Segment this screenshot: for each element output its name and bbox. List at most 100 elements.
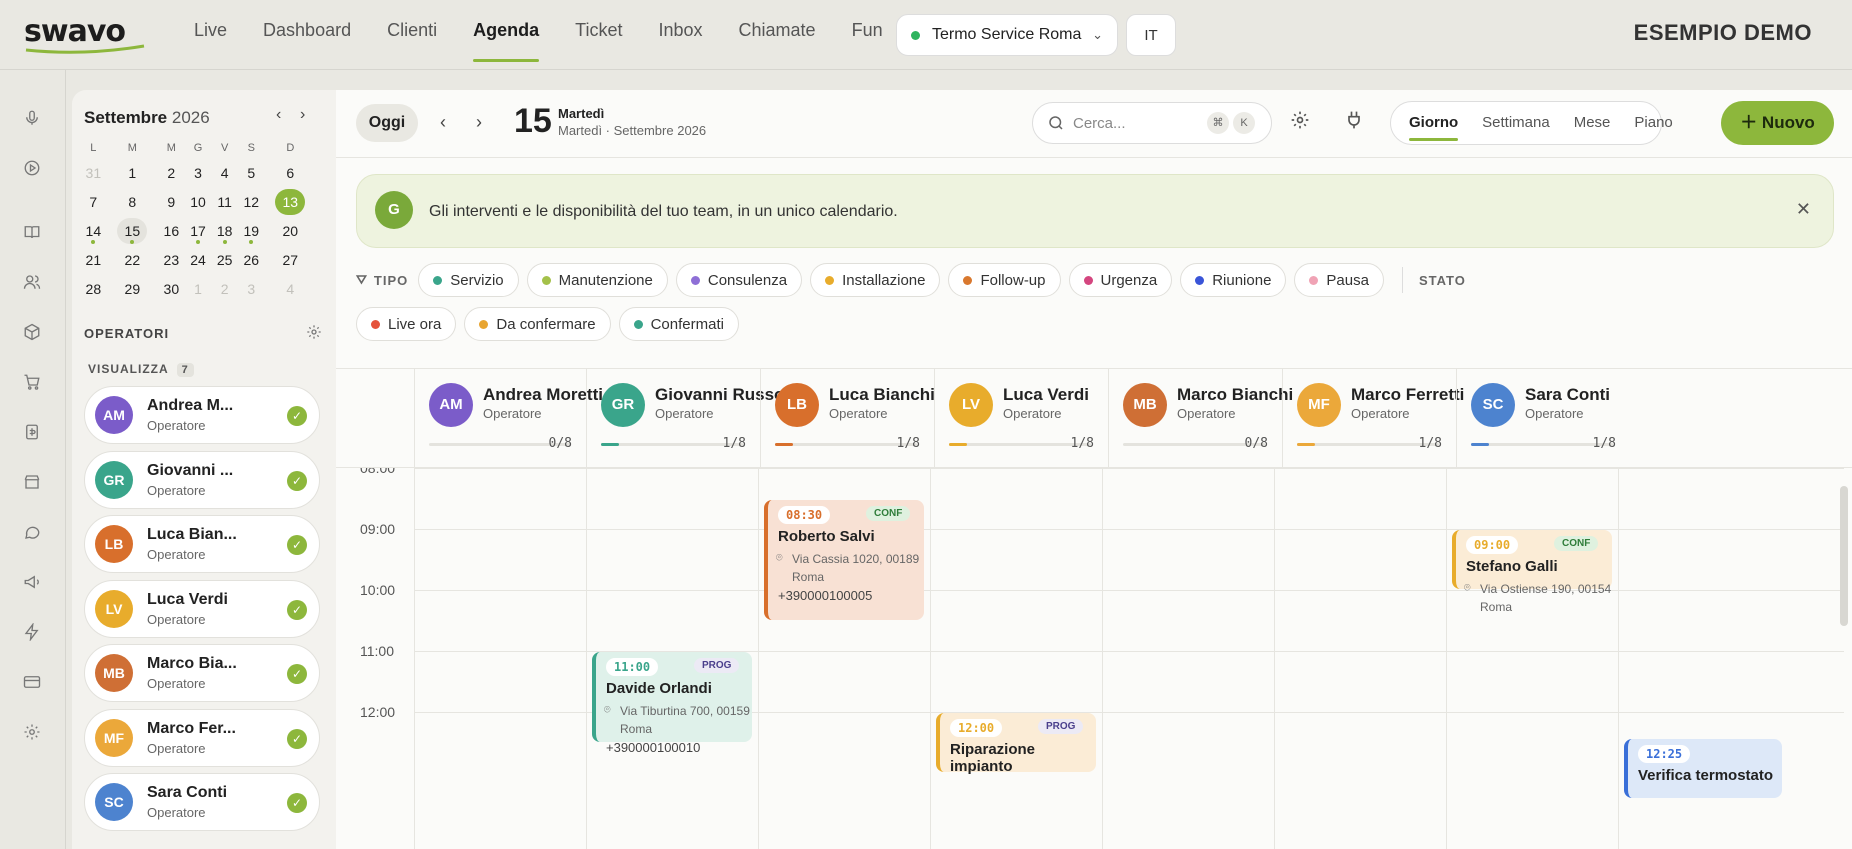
megaphone-icon[interactable]	[20, 570, 44, 594]
operator-column-header[interactable]: LV Luca Verdi Operatore 1/8	[934, 369, 1108, 469]
event-card[interactable]: 12:00 PROG Riparazione impianto	[936, 713, 1096, 775]
calendar-day-selected[interactable]: 15	[107, 216, 158, 245]
filter-chip-urgenza[interactable]: Urgenza	[1068, 263, 1173, 297]
event-card[interactable]: 08:30 CONF Roberto Salvi ⌾ Via Cassia 1020, …	[764, 499, 924, 620]
view-plan[interactable]: Piano	[1622, 101, 1684, 145]
event-card[interactable]: 11:00 PROG Davide Orlandi ⌾ Via Tiburtina 70…	[592, 652, 752, 755]
calendar-day[interactable]: 31	[80, 158, 107, 187]
operator-column-header[interactable]: AM Andrea Moretti Operatore 0/8	[414, 369, 603, 469]
nav-dashboard[interactable]: Dashboard	[245, 0, 369, 70]
check-icon[interactable]: ✓	[287, 599, 307, 620]
view-day[interactable]: Giorno	[1397, 101, 1470, 145]
calendar-day[interactable]: 6	[265, 158, 316, 187]
prev-month-icon[interactable]: ‹	[276, 106, 281, 124]
settings-icon[interactable]	[1290, 110, 1310, 135]
nav-chiamate[interactable]: Chiamate	[721, 0, 834, 70]
plug-icon[interactable]	[1344, 110, 1364, 135]
check-icon[interactable]: ✓	[287, 664, 307, 684]
check-icon[interactable]: ✓	[287, 470, 307, 491]
calendar-day[interactable]: 21	[80, 245, 107, 274]
filter-chip-manutenzione[interactable]: Manutenzione	[526, 263, 668, 297]
filter-chip-stato[interactable]: Da confermare	[464, 307, 611, 341]
package-icon[interactable]	[20, 320, 44, 344]
check-icon[interactable]: ✓	[287, 728, 307, 749]
operator-card[interactable]: AM Andrea M... Operatore ✓	[84, 386, 320, 444]
filter-chip-installazione[interactable]: Installazione	[810, 263, 941, 297]
calendar-day[interactable]: 18	[211, 216, 238, 245]
nav-fun[interactable]: Fun	[834, 0, 901, 70]
calendar-day[interactable]: 10	[185, 187, 212, 216]
check-icon[interactable]: ✓	[287, 406, 307, 426]
organization-selector[interactable]: Termo Service Roma ⌄	[896, 14, 1118, 56]
calendar-day[interactable]: 2	[211, 274, 238, 303]
card-icon[interactable]	[20, 670, 44, 694]
calendar-day[interactable]: 22	[107, 245, 158, 274]
filter-chip-riunione[interactable]: Riunione	[1180, 263, 1287, 297]
calendar-day[interactable]: 24	[185, 245, 212, 274]
calendar-day[interactable]: 4	[265, 274, 316, 303]
users-icon[interactable]	[20, 270, 44, 294]
book-icon[interactable]	[20, 220, 44, 244]
prev-day-icon[interactable]: ‹	[440, 112, 446, 133]
operator-column-header[interactable]: GR Giovanni Russo Operatore 1/8	[586, 369, 784, 469]
calendar-day[interactable]: 1	[107, 158, 158, 187]
nav-live[interactable]: Live	[176, 0, 245, 70]
filter-chip-servizio[interactable]: Servizio	[418, 263, 519, 297]
operator-column-header[interactable]: MB Marco Bianchi Operatore 0/8	[1108, 369, 1293, 469]
nav-ticket[interactable]: Ticket	[557, 0, 640, 70]
calendar-day[interactable]: 16	[158, 216, 185, 245]
calendar-day[interactable]: 25	[211, 245, 238, 274]
search-input[interactable]: Cerca... ⌘ K	[1032, 102, 1272, 144]
calendar-day[interactable]: 4	[211, 158, 238, 187]
calendar-day[interactable]: 5	[238, 158, 265, 187]
calendar-day[interactable]: 30	[158, 274, 185, 303]
filter-chip-pausa[interactable]: Pausa	[1294, 263, 1384, 297]
gear-icon[interactable]	[20, 720, 44, 744]
calendar-day[interactable]: 12	[238, 187, 265, 216]
calendar-day[interactable]: 17	[185, 216, 212, 245]
event-card[interactable]: 12:25 Verifica termostato	[1624, 738, 1782, 798]
microphone-icon[interactable]	[20, 106, 44, 130]
new-button[interactable]: ＋ Nuovo	[1721, 101, 1834, 145]
today-button[interactable]: Oggi	[356, 104, 418, 142]
filter-chip-stato[interactable]: Confermati	[618, 307, 739, 341]
next-month-icon[interactable]: ›	[300, 106, 305, 124]
operator-card[interactable]: SC Sara Conti Operatore ✓	[84, 773, 320, 831]
calendar-day[interactable]: 11	[211, 187, 238, 216]
calendar-day[interactable]: 23	[158, 245, 185, 274]
nav-agenda[interactable]: Agenda	[455, 0, 557, 70]
cart-icon[interactable]	[20, 370, 44, 394]
scrollbar[interactable]	[1840, 486, 1848, 626]
event-card[interactable]: 09:00 CONF Stefano Galli ⌾ Via Ostiense 190,…	[1452, 530, 1612, 614]
chat-icon[interactable]	[20, 520, 44, 544]
language-button[interactable]: IT	[1126, 14, 1176, 56]
calendar-day[interactable]: 14	[80, 216, 107, 245]
view-week[interactable]: Settimana	[1470, 101, 1562, 145]
invoice-icon[interactable]	[20, 420, 44, 444]
calendar-day[interactable]: 3	[238, 274, 265, 303]
next-day-icon[interactable]: ›	[476, 112, 482, 133]
calendar-day[interactable]: 7	[80, 187, 107, 216]
calendar-day[interactable]: 27	[265, 245, 316, 274]
filter-chip-consulenza[interactable]: Consulenza	[675, 263, 803, 297]
store-icon[interactable]	[20, 470, 44, 494]
operator-card[interactable]: MB Marco Bia... Operatore ✓	[84, 644, 320, 702]
operator-card[interactable]: MF Marco Fer... Operatore ✓	[84, 708, 320, 767]
calendar-day[interactable]: 19	[238, 216, 265, 245]
calendar-day[interactable]: 28	[80, 274, 107, 303]
lightning-icon[interactable]	[20, 620, 44, 644]
play-icon[interactable]	[20, 156, 44, 180]
operator-column-header[interactable]: SC Sara Conti Operatore 1/8	[1456, 369, 1630, 469]
operator-card[interactable]: LB Luca Bian... Operatore ✓	[84, 515, 320, 573]
calendar-day[interactable]: 20	[265, 216, 316, 245]
calendar-day[interactable]: 9	[158, 187, 185, 216]
calendar-day-today[interactable]: 13	[265, 187, 316, 216]
operator-card[interactable]: LV Luca Verdi Operatore ✓	[84, 579, 320, 638]
calendar-day[interactable]: 8	[107, 187, 158, 216]
close-icon[interactable]: ✕	[1796, 199, 1811, 220]
operators-settings-icon[interactable]	[306, 324, 322, 345]
check-icon[interactable]: ✓	[287, 535, 307, 555]
check-icon[interactable]: ✓	[287, 793, 307, 813]
operator-column-header[interactable]: LB Luca Bianchi Operatore 1/8	[760, 369, 935, 469]
nav-clienti[interactable]: Clienti	[369, 0, 455, 70]
